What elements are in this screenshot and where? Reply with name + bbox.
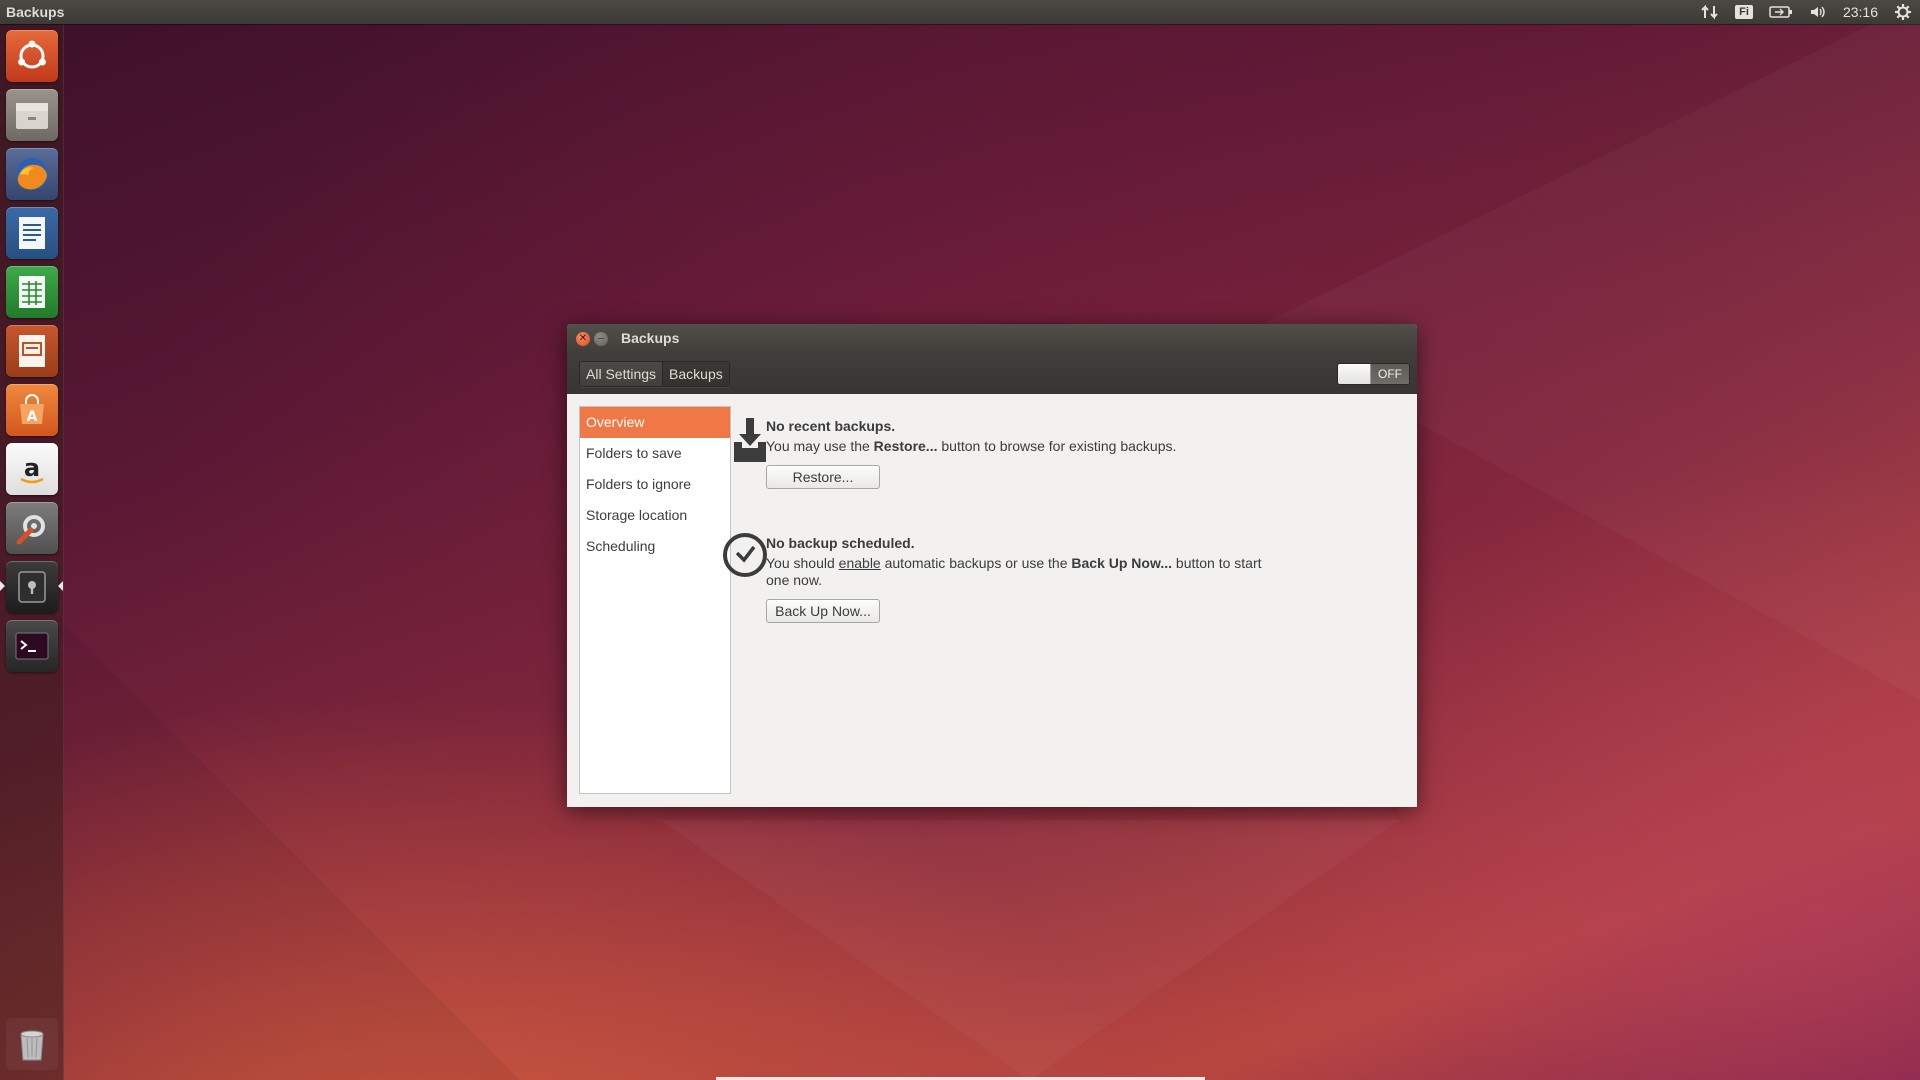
battery-icon[interactable] [1769, 0, 1793, 24]
launcher: A a [0, 24, 64, 1080]
breadcrumb-backups[interactable]: Backups [662, 362, 729, 386]
trash-icon[interactable] [6, 1018, 58, 1070]
libreoffice-calc-icon[interactable] [6, 266, 58, 318]
keyboard-layout-label: Fi [1735, 5, 1753, 19]
breadcrumb-all-settings[interactable]: All Settings [580, 362, 663, 386]
keyboard-layout-indicator[interactable]: Fi [1735, 0, 1753, 24]
system-settings-icon[interactable] [6, 502, 58, 554]
sidebar: Overview Folders to save Folders to igno… [579, 406, 731, 794]
restore-heading: No recent backups. [766, 418, 896, 434]
sidebar-item-folders-to-ignore[interactable]: Folders to ignore [580, 469, 730, 500]
volume-icon[interactable] [1809, 0, 1827, 24]
sidebar-item-storage-location[interactable]: Storage location [580, 500, 730, 531]
sidebar-item-folders-to-save[interactable]: Folders to save [580, 438, 730, 469]
launcher-active-indicator [0, 581, 5, 591]
window-content: Overview Folders to save Folders to igno… [567, 394, 1417, 807]
files-icon[interactable] [6, 89, 58, 141]
window-toolbar: All Settings Backups OFF [567, 354, 1417, 394]
software-center-icon[interactable]: A [6, 384, 58, 436]
terminal-icon[interactable] [6, 620, 58, 672]
breadcrumb: All Settings Backups [579, 361, 730, 387]
clock[interactable]: 23:16 [1843, 0, 1878, 24]
backups-window: ✕ – Backups All Settings Backups OFF Ove… [567, 324, 1417, 807]
amazon-icon[interactable]: a [6, 443, 58, 495]
sidebar-item-scheduling[interactable]: Scheduling [580, 531, 730, 562]
firefox-icon[interactable] [6, 148, 58, 200]
libreoffice-writer-icon[interactable] [6, 207, 58, 259]
close-icon: ✕ [578, 333, 588, 344]
top-panel: Backups Fi 23:16 [0, 0, 1920, 24]
svg-text:a: a [24, 454, 40, 482]
window-close-button[interactable]: ✕ [576, 332, 590, 346]
dash-home-icon[interactable] [6, 30, 58, 82]
back-up-now-button[interactable]: Back Up Now... [766, 599, 880, 623]
backups-icon[interactable] [6, 561, 58, 613]
restore-button[interactable]: Restore... [766, 465, 880, 489]
window-title: Backups [621, 330, 680, 346]
window-minimize-button[interactable]: – [594, 332, 608, 346]
indicator-area: Fi 23:16 [1701, 0, 1912, 24]
network-icon[interactable] [1701, 0, 1719, 24]
toggle-state-label: OFF [1371, 364, 1409, 384]
restore-section: No recent backups. You may use the Resto… [734, 418, 1286, 489]
launcher-focus-indicator [58, 581, 63, 591]
download-icon [734, 418, 766, 462]
enable-link[interactable]: enable [839, 555, 881, 571]
schedule-heading: No backup scheduled. [766, 535, 915, 551]
schedule-section: No backup scheduled. You should enable a… [723, 533, 1286, 623]
active-app-title: Backups [6, 4, 65, 20]
schedule-description: You should enable automatic backups or u… [766, 555, 1262, 588]
toggle-knob [1338, 364, 1371, 384]
backup-toggle-switch[interactable]: OFF [1337, 363, 1410, 385]
restore-description: You may use the Restore... button to bro… [766, 438, 1177, 454]
session-gear-icon[interactable] [1894, 0, 1912, 24]
libreoffice-impress-icon[interactable] [6, 325, 58, 377]
sidebar-item-overview[interactable]: Overview [580, 407, 730, 438]
minimize-icon: – [598, 333, 604, 344]
window-titlebar[interactable]: ✕ – Backups [567, 324, 1417, 354]
svg-text:A: A [27, 409, 38, 425]
clock-icon [723, 533, 767, 577]
